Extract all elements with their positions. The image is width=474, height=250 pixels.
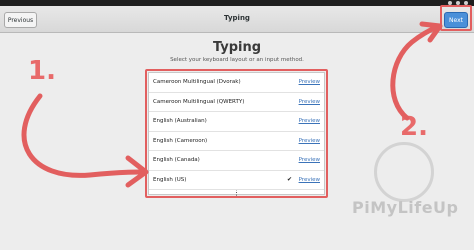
network-icon (448, 1, 452, 5)
layout-row[interactable]: English (Australian) Preview (149, 112, 324, 132)
layout-label: Cameroon Multilingual (Dvorak) (153, 79, 241, 86)
preview-link[interactable]: Preview (299, 157, 320, 163)
layout-label: Cameroon Multilingual (QWERTY) (153, 98, 245, 105)
annotation-step-1: 1. (28, 56, 56, 86)
layout-row[interactable]: English (Cameroon) Preview (149, 132, 324, 151)
power-icon (464, 1, 468, 5)
header-bar: Previous Typing Next (0, 6, 474, 33)
layout-label: English (Canada) (153, 157, 200, 164)
page-title: Typing (212, 40, 262, 55)
layout-label: English (US) (153, 176, 187, 183)
watermark-text: PiMyLifeUp (352, 198, 459, 217)
watermark-logo (374, 142, 434, 202)
checkmark-icon: ✔ (286, 176, 292, 184)
more-layouts-button[interactable]: ⋮ (149, 188, 324, 197)
layout-label: English (Australian) (153, 118, 207, 125)
keyboard-layout-list: Cameroon Multilingual (Dvorak) Preview C… (148, 72, 325, 197)
vertical-ellipsis-icon: ⋮ (232, 188, 241, 197)
preview-link[interactable]: Preview (299, 118, 320, 124)
layout-label: English (Cameroon) (153, 137, 208, 144)
layout-row-selected[interactable]: English (US) ✔ Preview (149, 171, 324, 190)
arrow-1-head (125, 155, 149, 188)
page-subtitle: Select your keyboard layout or an input … (170, 57, 304, 63)
annotation-step-2: 2. (400, 112, 428, 142)
next-button[interactable]: Next (444, 12, 468, 28)
arrow-1-path (21, 93, 143, 178)
layout-row[interactable]: English (Canada) Preview (149, 151, 324, 171)
window-title: Typing (224, 14, 250, 22)
layout-row[interactable]: Cameroon Multilingual (Dvorak) Preview (149, 73, 324, 93)
preview-link[interactable]: Preview (299, 177, 320, 183)
volume-icon (456, 1, 460, 5)
layout-row[interactable]: Cameroon Multilingual (QWERTY) Preview (149, 93, 324, 112)
preview-link[interactable]: Preview (299, 138, 320, 144)
preview-link[interactable]: Preview (299, 99, 320, 105)
preview-link[interactable]: Preview (299, 79, 320, 85)
